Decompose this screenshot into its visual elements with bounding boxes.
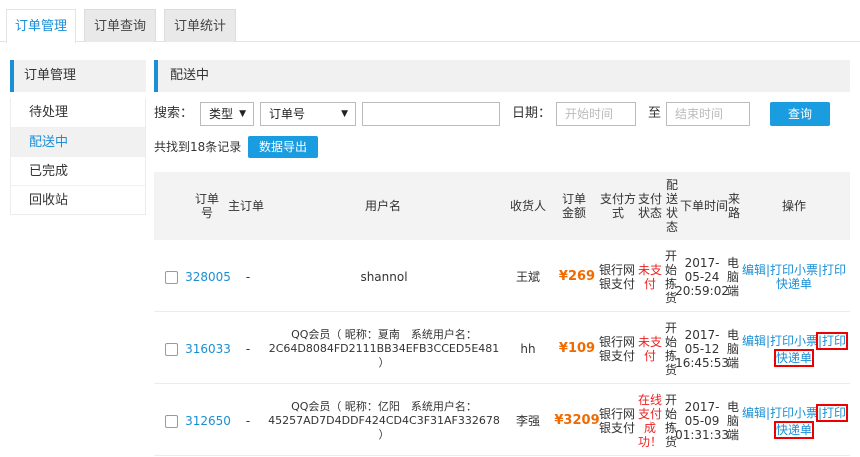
print-link[interactable]: |打印 xyxy=(815,403,849,422)
main-panel: 配送中 搜索： 类型 ▼ 订单号 ▼ 日期： 开始时间 至 结束时间 查询 共找… xyxy=(154,60,850,456)
tab-order-management[interactable]: 订单管理 xyxy=(6,9,76,43)
receiver: 李强 xyxy=(515,414,540,428)
table-row: 312650 - QQ会员（ 昵称：亿阳 系统用户名：45257AD7D4DDF… xyxy=(154,386,850,456)
express-slip-link[interactable]: 快递单 xyxy=(773,348,815,367)
type-select-value: 类型 xyxy=(209,107,234,121)
type-select[interactable]: 类型 ▼ xyxy=(200,102,254,126)
express-slip-link[interactable]: 快递单 xyxy=(773,420,815,439)
table-header: 订单号 主订单 用户名 收货人 订单金额 支付方式 支付状态 配送状态 下单时间… xyxy=(154,172,850,240)
query-button[interactable]: 查询 xyxy=(770,102,830,126)
edit-link[interactable]: 编辑 xyxy=(742,263,766,277)
row-checkbox[interactable] xyxy=(164,414,178,428)
col-pay-method: 支付方式 xyxy=(599,192,636,220)
record-count: 共找到18条记录 xyxy=(154,140,242,154)
end-date-input[interactable]: 结束时间 xyxy=(666,102,750,126)
master-order: - xyxy=(245,342,251,356)
field-select[interactable]: 订单号 ▼ xyxy=(260,102,356,126)
col-operations: 操作 xyxy=(781,199,806,213)
filter-bar: 搜索： 类型 ▼ 订单号 ▼ 日期： 开始时间 至 结束时间 查询 xyxy=(154,102,850,126)
print-link[interactable]: |打印 xyxy=(818,263,846,277)
keyword-input[interactable] xyxy=(362,102,500,126)
tab-order-statistics[interactable]: 订单统计 xyxy=(164,9,236,42)
col-ship-status: 配送状态 xyxy=(665,178,678,234)
chevron-down-icon: ▼ xyxy=(341,109,348,119)
pay-status: 未支付 xyxy=(637,263,662,291)
order-no-link[interactable]: 312650 xyxy=(185,386,231,456)
source: 电脑端 xyxy=(726,328,739,370)
summary-row: 共找到18条记录 数据导出 xyxy=(154,136,850,160)
col-receiver: 收货人 xyxy=(509,199,546,213)
export-data-button[interactable]: 数据导出 xyxy=(248,136,318,158)
master-order: - xyxy=(245,414,251,428)
pay-method: 银行网银支付 xyxy=(598,407,635,435)
sidebar-item-shipping[interactable]: 配送中 xyxy=(11,127,145,156)
master-order: - xyxy=(245,270,251,284)
pay-status: 未支付 xyxy=(637,335,662,363)
order-time: 2017-05-12 16:45:53 xyxy=(675,328,729,370)
chevron-down-icon: ▼ xyxy=(239,109,246,119)
order-no-link[interactable]: 316033 xyxy=(185,314,231,384)
col-pay-status: 支付状态 xyxy=(637,192,662,220)
sidebar-list: 待处理 配送中 已完成 回收站 xyxy=(10,98,146,215)
table-row: 316033 - QQ会员（ 昵称：夏南 系统用户名：2C64D8084FD21… xyxy=(154,314,850,384)
row-operations: 编辑|打印小票|打印 快递单 xyxy=(740,242,848,312)
receiver: hh xyxy=(520,342,536,356)
username: QQ会员（ 昵称：亿阳 系统用户名：45257AD7D4DDF424CD4C3F… xyxy=(268,400,500,441)
pay-method: 银行网银支付 xyxy=(598,263,635,291)
username: shannol xyxy=(360,270,408,284)
field-select-value: 订单号 xyxy=(269,107,306,121)
print-receipt-link[interactable]: |打印小票 xyxy=(766,334,818,348)
pay-method: 银行网银支付 xyxy=(598,335,635,363)
col-source: 来路 xyxy=(727,192,740,220)
col-username: 用户名 xyxy=(364,199,401,213)
sidebar-item-completed[interactable]: 已完成 xyxy=(11,156,145,185)
order-no-link[interactable]: 328005 xyxy=(185,242,231,312)
print-receipt-link[interactable]: |打印小票 xyxy=(766,406,818,420)
source: 电脑端 xyxy=(726,400,739,442)
col-order-time: 下单时间 xyxy=(679,199,728,213)
section-title: 配送中 xyxy=(154,60,850,92)
row-checkbox[interactable] xyxy=(164,342,178,356)
order-time: 2017-05-24 20:59:02 xyxy=(675,256,729,298)
order-amount: ¥3209 xyxy=(554,413,600,428)
col-master-order: 主订单 xyxy=(227,199,264,213)
source: 电脑端 xyxy=(726,256,739,298)
print-link[interactable]: |打印 xyxy=(815,331,849,350)
pay-status: 在线支付成功！ xyxy=(637,393,662,449)
row-operations: 编辑|打印小票|打印 快递单 xyxy=(740,314,849,384)
sidebar-item-pending[interactable]: 待处理 xyxy=(11,98,145,127)
search-label: 搜索： xyxy=(154,106,194,121)
order-time: 2017-05-09 01:31:33 xyxy=(675,400,729,442)
sidebar: 订单管理 待处理 配送中 已完成 回收站 xyxy=(10,60,146,215)
to-label: 至 xyxy=(648,106,662,121)
order-amount: ¥269 xyxy=(558,269,596,284)
table-row: 328005 - shannol 王斌 ¥269 银行网银支付 未支付 开始拣货… xyxy=(154,242,850,312)
col-amount: 订单金额 xyxy=(561,192,586,220)
order-amount: ¥109 xyxy=(558,341,596,356)
top-tab-bar: 订单管理 订单查询 订单统计 xyxy=(0,0,860,43)
sidebar-title: 订单管理 xyxy=(10,60,146,92)
row-operations: 编辑|打印小票|打印 快递单 xyxy=(740,386,849,456)
start-date-input[interactable]: 开始时间 xyxy=(556,102,636,126)
date-label: 日期： xyxy=(512,106,552,121)
print-receipt-link[interactable]: |打印小票 xyxy=(766,263,818,277)
express-slip-link[interactable]: 快递单 xyxy=(776,277,812,291)
col-order-no: 订单号 xyxy=(194,192,219,220)
edit-link[interactable]: 编辑 xyxy=(742,406,766,420)
row-checkbox[interactable] xyxy=(164,270,178,284)
username: QQ会员（ 昵称：夏南 系统用户名：2C64D8084FD2111BB34EFB… xyxy=(268,328,500,369)
tab-order-query[interactable]: 订单查询 xyxy=(84,9,156,42)
edit-link[interactable]: 编辑 xyxy=(742,334,766,348)
receiver: 王斌 xyxy=(515,270,540,284)
sidebar-item-recycle-bin[interactable]: 回收站 xyxy=(11,185,145,214)
